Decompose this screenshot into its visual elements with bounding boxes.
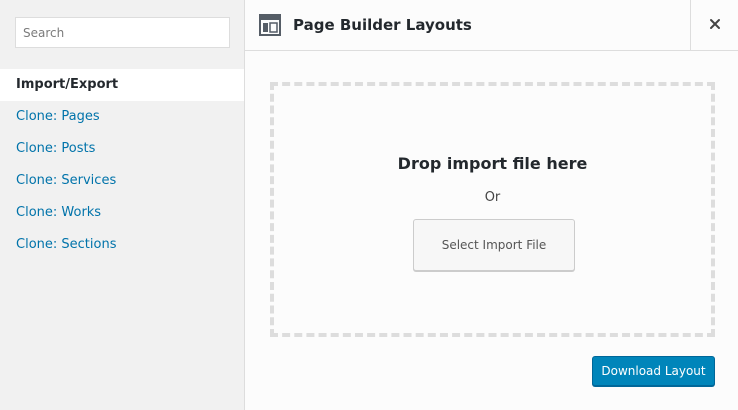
main-panel: Page Builder Layouts Drop import file he…	[245, 0, 738, 410]
sidebar-item-clone-sections[interactable]: Clone: Sections	[0, 229, 244, 261]
sidebar-item-import-export[interactable]: Import/Export	[0, 69, 244, 101]
drop-title: Drop import file here	[397, 154, 588, 173]
close-button[interactable]	[690, 0, 738, 51]
download-layout-button[interactable]: Download Layout	[592, 356, 715, 386]
sidebar: Import/Export Clone: Pages Clone: Posts …	[0, 0, 245, 410]
import-drop-zone[interactable]: Drop import file here Or Select Import F…	[270, 82, 715, 337]
search-wrapper	[15, 17, 230, 48]
close-icon	[709, 18, 721, 34]
layout-icon	[259, 14, 281, 36]
dialog-title: Page Builder Layouts	[293, 16, 472, 34]
page-builder-layouts-dialog: Import/Export Clone: Pages Clone: Posts …	[0, 0, 738, 410]
search-input[interactable]	[15, 17, 230, 48]
drop-or-text: Or	[484, 190, 501, 205]
sidebar-nav: Import/Export Clone: Pages Clone: Posts …	[0, 69, 244, 261]
sidebar-item-clone-posts[interactable]: Clone: Posts	[0, 133, 244, 165]
select-import-file-button[interactable]: Select Import File	[413, 219, 575, 271]
dialog-header: Page Builder Layouts	[245, 0, 738, 51]
sidebar-item-clone-works[interactable]: Clone: Works	[0, 197, 244, 229]
sidebar-item-clone-pages[interactable]: Clone: Pages	[0, 101, 244, 133]
sidebar-item-clone-services[interactable]: Clone: Services	[0, 165, 244, 197]
